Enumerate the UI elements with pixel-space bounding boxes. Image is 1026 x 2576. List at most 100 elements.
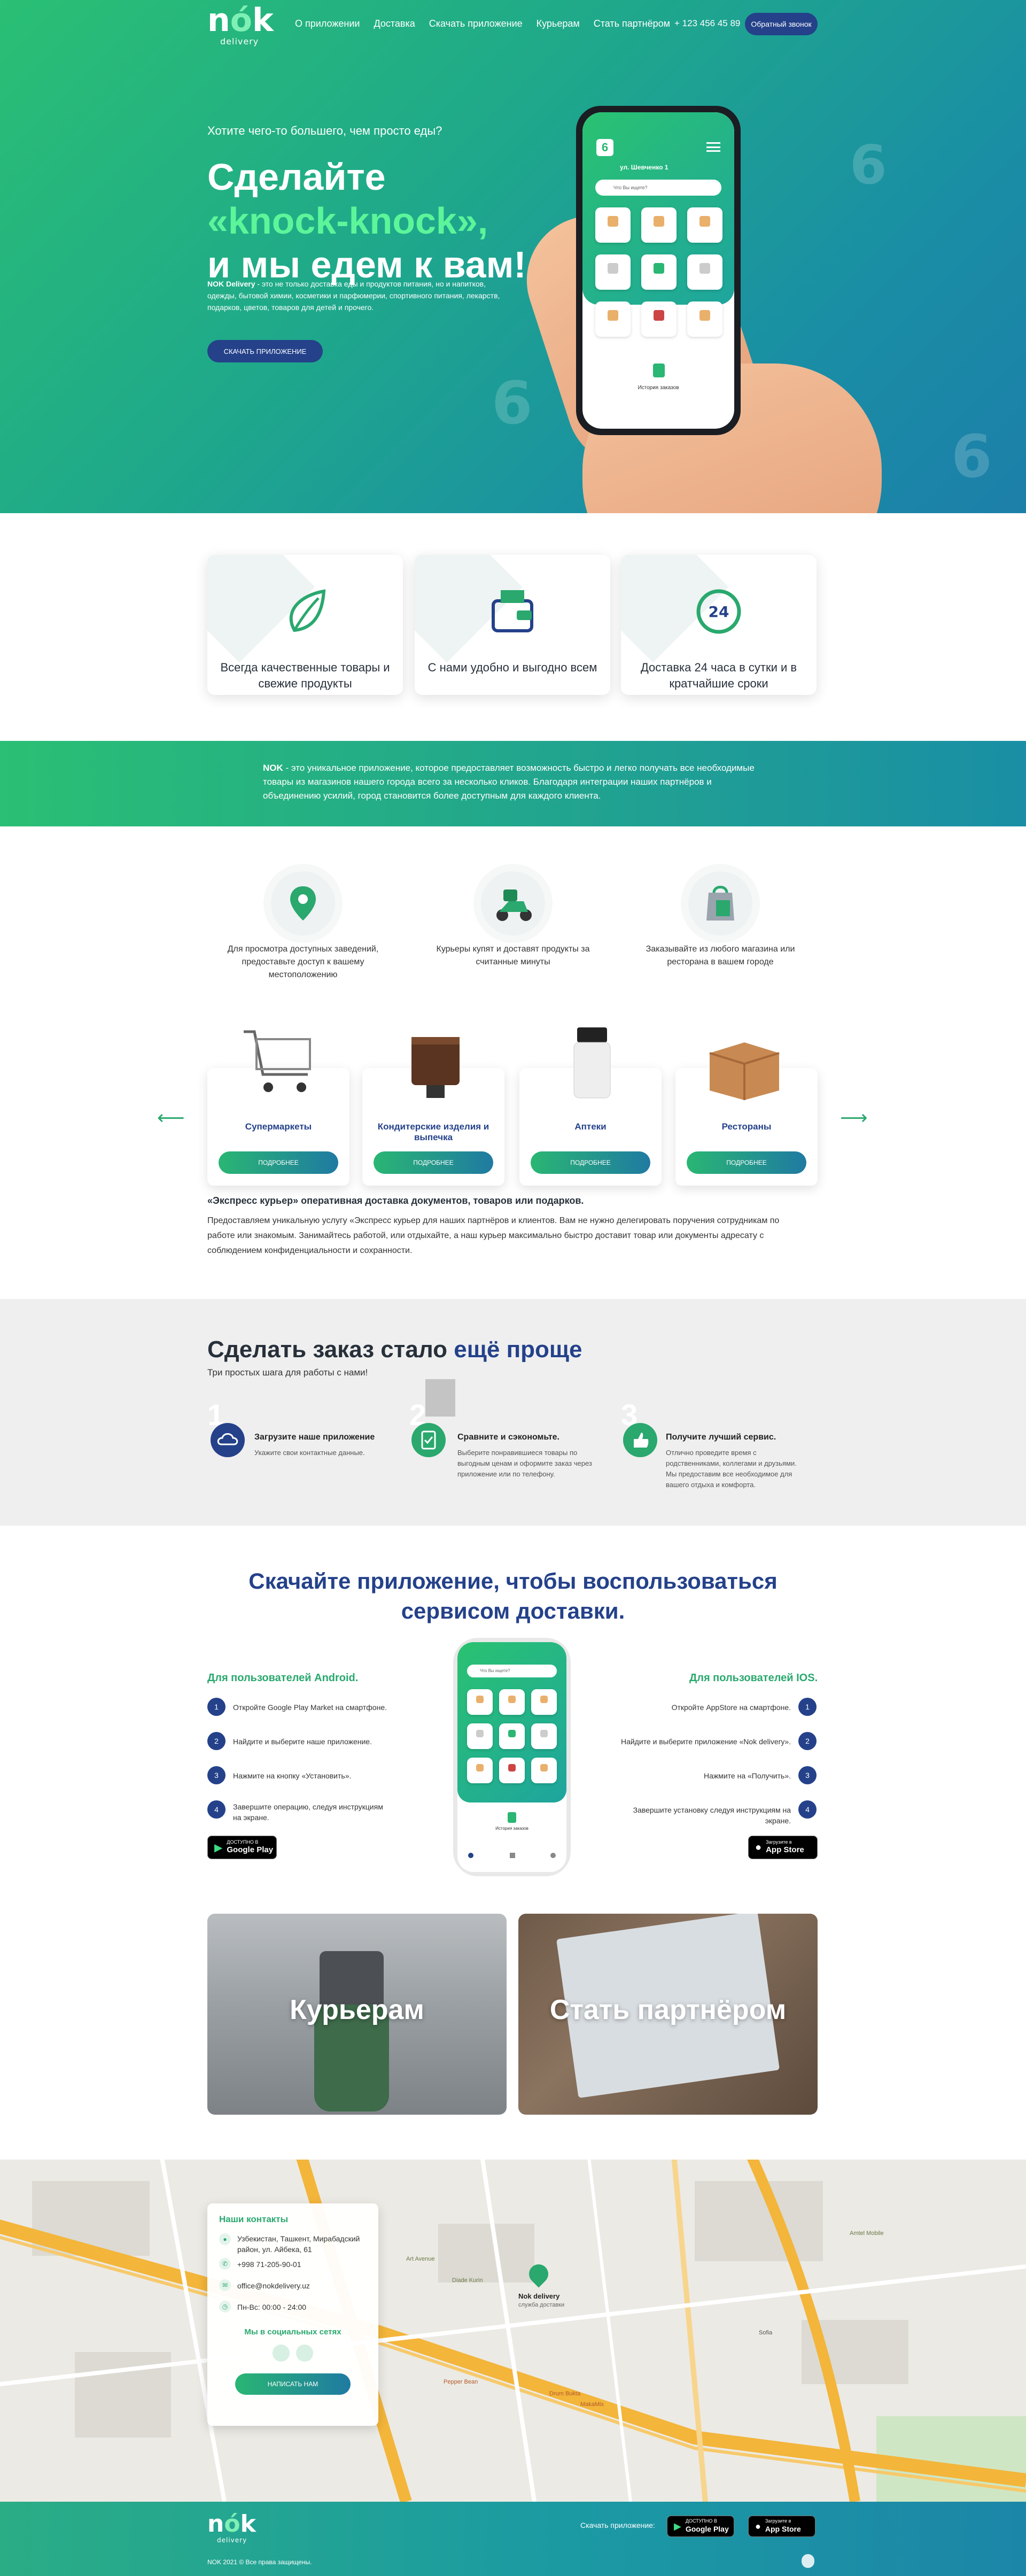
hero-download-button[interactable]: СКАЧАТЬ ПРИЛОЖЕНИЕ [207, 340, 323, 362]
how-circle [481, 871, 545, 935]
header-phone[interactable]: + 123 456 45 89 [674, 18, 740, 29]
hero-title-line1: Сделайте [207, 156, 386, 198]
app-title-line2: сервисом доставки. [401, 1598, 625, 1623]
category-more-button[interactable]: ПОДРОБНЕЕ [219, 1151, 338, 1174]
phone-tile [499, 1689, 525, 1715]
steps-title-highlight: ещё проще [454, 1336, 582, 1363]
ios-step-num: 1 [798, 1698, 817, 1716]
page: 6 6 6 nók delivery О приложении Доставка… [0, 0, 1026, 2576]
google-big: Google Play [685, 2525, 729, 2533]
google-play-icon: ▶ [214, 1842, 223, 1854]
phone-tile [531, 1758, 557, 1783]
android-step: Найдите и выберите наше приложение. [233, 1737, 372, 1746]
ios-step: Нажмите на «Получить». [703, 1772, 791, 1780]
callback-button[interactable]: Обратный звонок [745, 13, 818, 35]
download-cloud-icon [211, 1423, 245, 1457]
couriers-promo[interactable]: Курьерам [207, 1914, 507, 2115]
social-title: Мы в социальных сетях [244, 2327, 341, 2337]
nav-couriers[interactable]: Курьерам [537, 18, 580, 29]
about-brand: NOK [263, 763, 283, 773]
site-logo[interactable]: nók delivery [207, 4, 274, 46]
contact-phone[interactable]: +998 71-205-90-01 [237, 2259, 371, 2270]
footer-logo[interactable]: nók delivery [207, 2510, 256, 2544]
footer: nók delivery Скачать приложение: ▶ ДОСТУ… [0, 2502, 1026, 2576]
hero-section: 6 6 6 nók delivery О приложении Доставка… [0, 0, 1026, 513]
android-step-num: 1 [207, 1698, 226, 1716]
about-body: - это уникальное приложение, которое пре… [263, 763, 755, 801]
feature-card: Всегда качественные товары и свежие прод… [207, 555, 403, 695]
phone-tile [641, 254, 677, 290]
contact-address: Узбекистан, Ташкент, Мирабадский район, … [237, 2234, 360, 2254]
decor-logo-icon: 6 [492, 369, 533, 437]
app-phone-mockup: Что Вы ищете? История заказов [453, 1638, 571, 1876]
ios-step: Найдите и выберите приложение «Nok deliv… [620, 1737, 791, 1746]
carousel-prev-arrow-icon[interactable]: ⟵ [157, 1107, 185, 1129]
partner-promo-title: Стать партнёром [549, 1994, 787, 2025]
google-small: ДОСТУПНО В [685, 2518, 717, 2524]
footer-google-play-button[interactable]: ▶ ДОСТУПНО В Google Play [667, 2516, 734, 2537]
map[interactable]: Nok delivery служба доставки Art Avenue … [0, 2160, 1026, 2502]
instagram-icon[interactable] [296, 2345, 313, 2362]
nav-about[interactable]: О приложении [295, 18, 360, 29]
steps-subtitle: Три простых шага для работы с нами! [207, 1367, 368, 1378]
hero-title-highlight: «knock-knock», [207, 200, 488, 242]
contacts-card: Наши контакты ● Узбекистан, Ташкент, Мир… [207, 2203, 378, 2426]
phone-tile [467, 1723, 493, 1749]
feature-text: С нами удобно и выгодно всем [428, 661, 597, 674]
cake-icon [411, 1037, 460, 1098]
nav-partner[interactable]: Стать партнёром [594, 18, 670, 29]
google-small: ДОСТУПНО В [227, 1839, 259, 1845]
category-more-button[interactable]: ПОДРОБНЕЕ [531, 1151, 650, 1174]
apple-small: Загрузите в [765, 2518, 791, 2524]
ios-step: Откройте AppStore на смартфоне. [671, 1703, 791, 1712]
phone-tile [467, 1689, 493, 1715]
write-us-button[interactable]: НАПИСАТЬ НАМ [235, 2373, 351, 2395]
phone-tile [687, 207, 722, 243]
hero-title: Сделайте «knock-knock», и мы едем к вам! [207, 155, 526, 287]
phone-tile [687, 254, 722, 290]
carousel-next-arrow-icon[interactable]: ⟶ [840, 1107, 868, 1129]
contact-email[interactable]: office@nokdelivery.uz [237, 2280, 371, 2291]
phone-tile [595, 207, 631, 243]
category-title: Кондитерские изделия и выпечка [377, 1121, 489, 1142]
category-more-button[interactable]: ПОДРОБНЕЕ [687, 1151, 806, 1174]
box-icon [709, 1042, 780, 1100]
logo-text: nók [207, 2, 274, 39]
map-label: Amtel Mobile [850, 2230, 884, 2237]
android-step: Завершите операцию, следуя инструкциям н… [233, 1803, 383, 1822]
app-title-highlight: Скачайте приложение, [248, 1568, 500, 1593]
partner-promo[interactable]: Стать партнёром [518, 1914, 818, 2115]
map-marker-sub: служба доставки [518, 2302, 565, 2308]
location-icon: ● [219, 2233, 231, 2245]
main-nav: О приложении Доставка Скачать приложение… [295, 18, 670, 29]
footer-app-store-button[interactable]: ● Загрузите в App Store [748, 2516, 815, 2537]
history-icon [508, 1812, 516, 1823]
logo-text: nók [207, 2510, 256, 2538]
steps-title-text: Сделать заказ стало [207, 1336, 448, 1363]
google-play-button[interactable]: ▶ ДОСТУПНО В Google Play [207, 1836, 277, 1859]
how-text: Для просмотра доступных заведений, предо… [227, 945, 379, 979]
cart-small-icon [510, 1853, 515, 1858]
ios-step-num: 2 [798, 1732, 817, 1750]
category-more-button[interactable]: ПОДРОБНЕЕ [374, 1151, 493, 1174]
phone-history: История заказов [638, 385, 679, 391]
map-label: Pepper Bean [444, 2379, 478, 2385]
location-pin-icon [290, 886, 316, 920]
svg-text:24: 24 [709, 603, 729, 621]
nav-download[interactable]: Скачать приложение [429, 18, 523, 29]
scooter-courier-icon [496, 889, 532, 921]
google-play-icon: ▶ [674, 2520, 681, 2532]
category-title: Рестораны [721, 1121, 772, 1132]
contacts-title: Наши контакты [219, 2214, 289, 2224]
step-text: Отлично проведите время с родственниками… [666, 1449, 797, 1489]
map-label: MakaMix [580, 2401, 604, 2408]
step-title: Загрузите наше приложение [254, 1433, 375, 1442]
app-store-button[interactable]: ● Загрузите в App Store [748, 1836, 818, 1859]
nav-delivery[interactable]: Доставка [374, 18, 415, 29]
developer-logo-icon[interactable] [802, 2554, 814, 2568]
clock-icon: ◷ [219, 2301, 231, 2312]
ios-step-num: 3 [798, 1766, 817, 1784]
history-icon [653, 363, 665, 377]
android-title: Для пользователей Android. [207, 1672, 359, 1684]
telegram-icon[interactable] [273, 2345, 290, 2362]
